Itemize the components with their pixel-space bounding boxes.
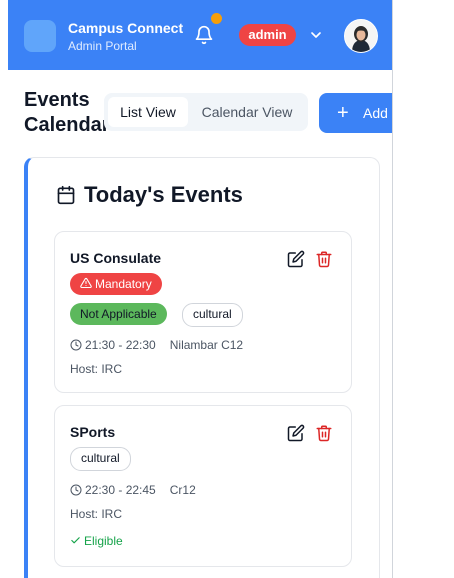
- event-card[interactable]: US Consulate Mandatory Not Applicable cu: [54, 231, 352, 393]
- status-badge: Not Applicable: [70, 303, 167, 325]
- panel-title: Today's Events: [84, 182, 243, 207]
- event-card[interactable]: SPorts cultural 22:30 - 22:45 Cr12 Host: …: [54, 405, 352, 567]
- todays-events-panel: Today's Events US Consulate Mandatory No…: [24, 157, 380, 578]
- view-toggle: List View Calendar View: [104, 93, 308, 131]
- edit-icon[interactable]: [287, 250, 305, 268]
- avatar[interactable]: [344, 19, 378, 53]
- chevron-down-icon[interactable]: [308, 27, 324, 43]
- calendar-view-tab[interactable]: Calendar View: [192, 97, 302, 127]
- event-name: SPorts: [70, 424, 116, 440]
- list-view-tab[interactable]: List View: [108, 97, 188, 127]
- event-time: 21:30 - 22:30: [85, 338, 156, 352]
- mandatory-badge: Mandatory: [70, 273, 162, 295]
- add-event-label: Add Event: [363, 105, 392, 121]
- event-time-location: 21:30 - 22:30 Nilambar C12: [70, 338, 243, 352]
- event-host: Host: IRC: [70, 362, 123, 376]
- app-logo[interactable]: [24, 20, 56, 52]
- edit-icon[interactable]: [287, 424, 305, 442]
- eligibility-label: Eligible: [84, 534, 123, 548]
- check-icon: [71, 537, 80, 544]
- top-bar: Campus Connect Admin Portal admin: [8, 0, 392, 70]
- trash-icon[interactable]: [315, 424, 333, 442]
- page-title: Events Calendar: [24, 89, 110, 136]
- app-window: Campus Connect Admin Portal admin Events…: [8, 0, 393, 578]
- event-location: Nilambar C12: [169, 338, 244, 352]
- bell-icon[interactable]: [194, 25, 214, 45]
- add-event-button[interactable]: + Add Event: [319, 93, 392, 133]
- mandatory-label: Mandatory: [95, 277, 152, 291]
- event-host: Host: IRC: [70, 507, 123, 521]
- trash-icon[interactable]: [315, 250, 333, 268]
- warning-icon: [80, 277, 92, 289]
- role-badge[interactable]: admin: [239, 24, 296, 46]
- event-name: US Consulate: [70, 250, 162, 266]
- calendar-icon: [57, 185, 75, 205]
- clock-icon: [70, 339, 82, 351]
- event-time-location: 22:30 - 22:45 Cr12: [70, 483, 196, 497]
- clock-icon: [70, 484, 82, 496]
- brand-title: Campus Connect: [68, 20, 184, 36]
- event-location: Cr12: [169, 483, 196, 497]
- plus-icon: +: [337, 102, 349, 124]
- category-tag: cultural: [182, 303, 243, 327]
- brand-subtitle: Admin Portal: [68, 39, 137, 53]
- category-tag: cultural: [70, 447, 131, 471]
- event-time: 22:30 - 22:45: [85, 483, 156, 497]
- eligibility-status: Eligible: [70, 534, 123, 548]
- notification-dot: [211, 13, 222, 24]
- avatar-image: [345, 20, 377, 52]
